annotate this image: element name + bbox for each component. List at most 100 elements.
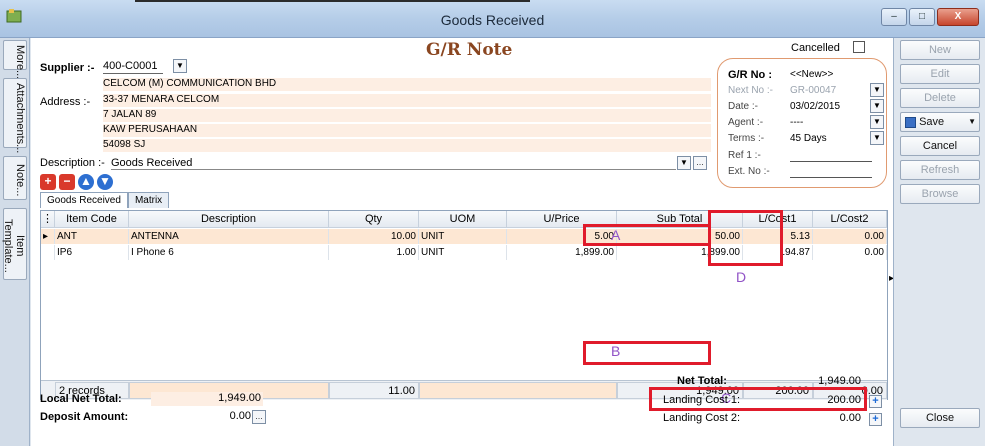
side-tabs: More... Attachments... Note... Item Temp…: [0, 38, 30, 446]
address-label: Address :-: [40, 96, 91, 108]
col-qty[interactable]: Qty: [329, 211, 419, 228]
cell-qty[interactable]: 1.00: [329, 245, 419, 260]
description-field[interactable]: Goods Received: [111, 157, 676, 170]
edit-button[interactable]: Edit: [900, 64, 980, 84]
cell-qty[interactable]: 10.00: [329, 229, 419, 244]
ref1-field[interactable]: [790, 161, 872, 162]
landing-cost-1-label: Landing Cost 1:: [663, 394, 741, 406]
action-panel: New Edit Delete Save ▼ Cancel Refresh Br…: [893, 38, 985, 446]
row-pointer-icon: ▸: [41, 229, 55, 244]
ext-no-field[interactable]: [790, 177, 872, 178]
delete-row-icon[interactable]: −: [59, 174, 75, 190]
save-disk-icon: [905, 116, 916, 128]
cancelled-label: Cancelled: [791, 42, 840, 54]
cell-item-code[interactable]: ANT: [55, 229, 129, 244]
highlight-box-a: [583, 224, 711, 246]
supplier-code-field[interactable]: 400-C0001: [103, 60, 163, 74]
form-heading: G/R Note: [426, 40, 513, 60]
delete-button[interactable]: Delete: [900, 88, 980, 108]
supplier-dropdown-button[interactable]: ▼: [173, 59, 187, 73]
local-net-total-label: Local Net Total:: [40, 393, 122, 405]
cell-lcost2[interactable]: 0.00: [813, 229, 887, 244]
title-bar: Goods Received – □ X: [0, 0, 985, 38]
main-form: G/R Note Supplier :- 400-C0001 ▼ CELCOM …: [31, 38, 894, 446]
cancel-button[interactable]: Cancel: [900, 136, 980, 156]
address-line-3[interactable]: KAW PERUSAHAAN: [103, 124, 711, 137]
close-window-button[interactable]: X: [937, 8, 979, 26]
supplier-name: CELCOM (M) COMMUNICATION BHD: [103, 78, 711, 91]
browse-button[interactable]: Browse: [900, 184, 980, 204]
next-no-label: Next No :-: [728, 85, 774, 96]
next-no-dropdown[interactable]: ▼: [870, 83, 884, 97]
landing-cost-1-add-icon[interactable]: +: [869, 395, 882, 408]
minimize-button[interactable]: –: [881, 8, 907, 26]
close-button[interactable]: Close: [900, 408, 980, 428]
annotation-b: B: [611, 343, 621, 359]
gr-info-box: G/R No : <<New>> Next No :- GR-00047 ▼ D…: [717, 58, 887, 188]
cell-uom[interactable]: UNIT: [419, 229, 507, 244]
terms-dropdown[interactable]: ▼: [870, 131, 884, 145]
description-value: Goods Received: [111, 157, 193, 169]
col-uom[interactable]: UOM: [419, 211, 507, 228]
supplier-code: 400-C0001: [103, 60, 158, 72]
cell-uom[interactable]: UNIT: [419, 245, 507, 260]
cancelled-checkbox[interactable]: [853, 41, 865, 53]
footer-qty-total: 11.00: [329, 382, 419, 399]
col-lcost2[interactable]: L/Cost2: [813, 211, 887, 228]
tab-matrix[interactable]: Matrix: [127, 192, 170, 208]
tab-goods-received[interactable]: Goods Received: [40, 192, 128, 208]
col-description[interactable]: Description: [129, 211, 329, 228]
tab-more[interactable]: More...: [3, 40, 27, 79]
annotation-d: D: [736, 269, 747, 285]
agent-field[interactable]: ----: [790, 117, 803, 128]
deposit-more-button[interactable]: …: [252, 410, 266, 424]
tab-item-template[interactable]: Item Template...: [2, 208, 27, 280]
new-button[interactable]: New: [900, 40, 980, 60]
highlight-box-d: [708, 210, 783, 266]
cell-description[interactable]: I Phone 6: [129, 245, 329, 260]
description-dropdown-button[interactable]: ▼: [677, 156, 691, 170]
gr-no-value[interactable]: <<New>>: [790, 69, 833, 80]
supplier-label: Supplier :-: [40, 62, 95, 74]
tab-attachments[interactable]: Attachments...: [3, 78, 27, 153]
tab-note[interactable]: Note...: [3, 156, 27, 200]
net-total-label: Net Total:: [677, 375, 727, 387]
description-label: Description :-: [40, 157, 105, 169]
ext-no-label: Ext. No :-: [728, 166, 770, 177]
landing-cost-2-value[interactable]: 0.00: [791, 412, 861, 424]
date-dropdown[interactable]: ▼: [870, 99, 884, 113]
landing-cost-2-add-icon[interactable]: +: [869, 413, 882, 426]
address-line-1[interactable]: 33-37 MENARA CELCOM: [103, 94, 711, 107]
date-field[interactable]: 03/02/2015: [790, 101, 840, 112]
deposit-amount-label: Deposit Amount:: [40, 411, 129, 423]
agent-dropdown[interactable]: ▼: [870, 115, 884, 129]
move-up-icon[interactable]: ▲: [78, 174, 94, 190]
save-dropdown-icon[interactable]: ▼: [968, 113, 976, 131]
description-more-button[interactable]: …: [693, 156, 707, 170]
landing-cost-2-label: Landing Cost 2:: [663, 412, 741, 424]
maximize-button[interactable]: □: [909, 8, 935, 26]
cell-uprice[interactable]: 1,899.00: [507, 245, 617, 260]
save-label: Save: [919, 116, 945, 128]
local-net-total-value: 1,949.00: [151, 392, 263, 406]
window-title: Goods Received: [440, 12, 545, 28]
refresh-button[interactable]: Refresh: [900, 160, 980, 180]
grid-menu-icon[interactable]: ⋮: [41, 211, 55, 228]
address-line-4[interactable]: 54098 SJ: [103, 139, 711, 152]
deposit-amount-value[interactable]: 0.00: [151, 410, 251, 424]
annotation-a: A: [611, 227, 621, 243]
terms-field[interactable]: 45 Days: [790, 133, 827, 144]
move-down-icon[interactable]: ▼: [97, 174, 113, 190]
landing-cost-1-value[interactable]: 200.00: [791, 394, 861, 406]
footer-blank: [419, 382, 617, 399]
cell-lcost2[interactable]: 0.00: [813, 245, 887, 260]
cell-description[interactable]: ANTENNA: [129, 229, 329, 244]
save-button[interactable]: Save ▼: [900, 112, 980, 132]
col-item-code[interactable]: Item Code: [55, 211, 129, 228]
cell-item-code[interactable]: IP6: [55, 245, 129, 260]
title-divider: [135, 0, 530, 2]
address-line-2[interactable]: 7 JALAN 89: [103, 109, 711, 122]
date-label: Date :-: [728, 101, 759, 112]
net-total-value: 1,949.00: [818, 375, 861, 387]
add-row-icon[interactable]: +: [40, 174, 56, 190]
